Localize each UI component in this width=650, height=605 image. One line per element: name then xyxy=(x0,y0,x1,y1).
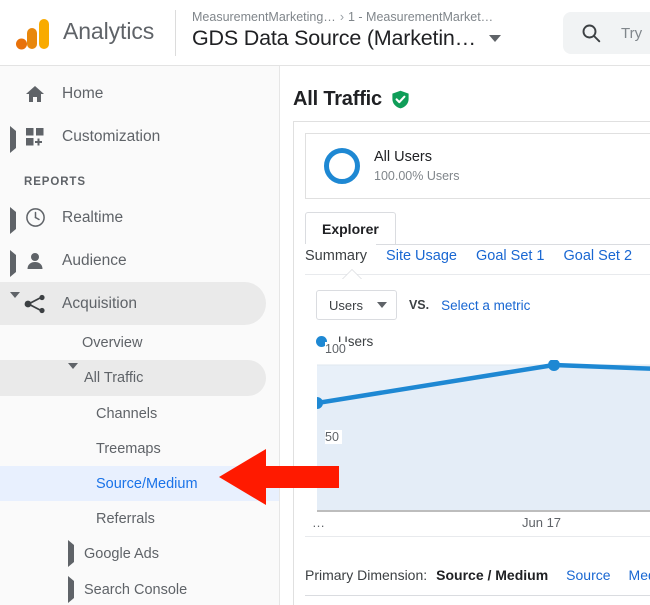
sidebar-item-all-traffic[interactable]: All Traffic xyxy=(0,360,266,396)
sidebar-item-acquisition[interactable]: Acquisition xyxy=(0,282,266,325)
tab-explorer[interactable]: Explorer xyxy=(305,212,396,244)
view-selector[interactable]: GDS Data Source (Marketin… xyxy=(192,26,501,51)
expand-triangle-icon[interactable] xyxy=(10,249,22,277)
google-analytics-logo-icon xyxy=(16,18,54,50)
collapse-triangle-icon[interactable] xyxy=(68,363,78,387)
expand-triangle-icon[interactable] xyxy=(10,125,22,153)
sidebar-item-label: All Traffic xyxy=(84,370,144,386)
sidebar-section-reports: REPORTS xyxy=(24,176,86,188)
subtab-goal-set-2[interactable]: Goal Set 2 xyxy=(564,248,633,264)
subtab-goal-set-1[interactable]: Goal Set 1 xyxy=(476,248,545,264)
sidebar: Home Customization REPORTS Realtime Audi… xyxy=(0,66,279,605)
segment-percentage: 100.00% Users xyxy=(374,168,460,183)
segment-ring-icon xyxy=(324,148,360,184)
page-header: All Traffic xyxy=(293,88,410,111)
subtab-row: Summary Site Usage Goal Set 1 Goal Set 2… xyxy=(305,248,650,264)
primary-dimension-medium[interactable]: Medium xyxy=(629,567,650,583)
report-panel: All Users 100.00% Users Explorer Summary… xyxy=(293,121,650,605)
sidebar-item-label: Google Ads xyxy=(84,546,159,562)
y-tick-100: 100 xyxy=(325,342,349,356)
x-axis-line xyxy=(317,510,650,512)
sidebar-item-google-ads[interactable]: Google Ads xyxy=(0,536,279,572)
subtab-site-usage[interactable]: Site Usage xyxy=(386,248,457,264)
sidebar-item-label: Customization xyxy=(62,127,161,145)
chevron-down-icon xyxy=(376,302,387,308)
primary-dimension-source-medium[interactable]: Source / Medium xyxy=(436,567,548,583)
collapse-triangle-icon[interactable] xyxy=(10,291,22,315)
sidebar-item-overview[interactable]: Overview xyxy=(0,325,279,360)
primary-dimension-divider xyxy=(305,595,650,596)
acquisition-share-icon xyxy=(24,293,46,315)
view-title: GDS Data Source (Marketin… xyxy=(192,26,476,50)
search-input-placeholder[interactable]: Try xyxy=(621,25,642,42)
primary-dimension-source[interactable]: Source xyxy=(566,567,610,583)
customization-grid-icon xyxy=(24,126,46,148)
sidebar-item-channels[interactable]: Channels xyxy=(0,396,279,431)
sidebar-item-label: Treemaps xyxy=(96,440,161,457)
x-tick-ellipsis: … xyxy=(312,515,325,530)
users-line-chart[interactable]: 100 50 xyxy=(317,342,650,510)
green-shield-check-icon xyxy=(391,90,410,109)
sidebar-item-label: Search Console xyxy=(84,582,188,598)
x-axis-labels: … Jun 17 xyxy=(307,515,650,535)
chevron-down-icon[interactable] xyxy=(488,35,501,42)
brand-name: Analytics xyxy=(63,18,155,44)
expand-triangle-icon[interactable] xyxy=(68,576,74,603)
sidebar-item-search-console[interactable]: Search Console xyxy=(0,572,279,605)
primary-dimension-label: Primary Dimension: xyxy=(305,567,428,583)
breadcrumb-separator: › xyxy=(339,10,344,24)
main-content: All Traffic All Users 100.00% Users Expl… xyxy=(280,66,650,605)
sidebar-item-source-medium[interactable]: Source/Medium xyxy=(0,466,279,501)
sidebar-item-home[interactable]: Home xyxy=(0,72,279,115)
sidebar-item-label: Realtime xyxy=(62,208,124,226)
primary-dimension-row: Primary Dimension: Source / Medium Sourc… xyxy=(305,567,650,583)
expand-triangle-icon[interactable] xyxy=(10,206,22,234)
expand-triangle-icon[interactable] xyxy=(68,540,74,567)
top-bar: Analytics MeasurementMarketing… › 1 - Meas… xyxy=(0,0,650,66)
home-icon xyxy=(24,83,46,105)
search-icon xyxy=(581,23,601,43)
analytics-app: Analytics MeasurementMarketing… › 1 - Meas… xyxy=(0,0,650,605)
segment-bar[interactable]: All Users 100.00% Users xyxy=(305,133,650,199)
person-icon xyxy=(24,250,46,272)
tab-row: Explorer xyxy=(305,212,650,245)
metric-selector-row: Users VS. Select a metric xyxy=(316,290,530,320)
breadcrumb-account[interactable]: MeasurementMarketing… xyxy=(192,10,336,24)
sidebar-item-audience[interactable]: Audience xyxy=(0,239,279,282)
sidebar-item-customization[interactable]: Customization xyxy=(0,115,279,158)
breadcrumb[interactable]: MeasurementMarketing… › 1 - MeasurementMar… xyxy=(192,10,493,24)
sidebar-item-label: Overview xyxy=(82,334,143,351)
metric-dropdown[interactable]: Users xyxy=(316,290,397,320)
subtab-summary[interactable]: Summary xyxy=(305,248,367,264)
sidebar-item-label: Referrals xyxy=(96,510,155,527)
chart-bottom-divider xyxy=(305,536,650,537)
select-a-metric-link[interactable]: Select a metric xyxy=(441,298,530,313)
metric-dropdown-value: Users xyxy=(329,297,363,313)
topbar-divider xyxy=(175,10,176,56)
sidebar-item-referrals[interactable]: Referrals xyxy=(0,501,279,536)
sidebar-item-treemaps[interactable]: Treemaps xyxy=(0,431,279,466)
sidebar-item-label: Audience xyxy=(62,251,127,269)
search-box[interactable]: Try xyxy=(563,12,650,54)
y-tick-50: 50 xyxy=(325,430,342,444)
sidebar-item-realtime[interactable]: Realtime xyxy=(0,196,279,239)
sidebar-item-label: Source/Medium xyxy=(96,475,198,492)
segment-text: All Users 100.00% Users xyxy=(374,148,459,185)
tab-underline xyxy=(305,244,650,245)
sidebar-item-label: Channels xyxy=(96,405,158,422)
sidebar-item-label: Home xyxy=(62,84,104,102)
segment-name: All Users xyxy=(374,148,433,165)
x-tick-jun-17: Jun 17 xyxy=(522,515,562,530)
vs-label: VS. xyxy=(408,298,430,312)
clock-icon xyxy=(24,207,46,229)
sidebar-item-label: Acquisition xyxy=(62,294,137,312)
primary-dimension-caret-icon xyxy=(343,270,361,279)
breadcrumb-property[interactable]: 1 - MeasurementMarket… xyxy=(348,10,493,24)
page-title: All Traffic xyxy=(293,88,382,110)
